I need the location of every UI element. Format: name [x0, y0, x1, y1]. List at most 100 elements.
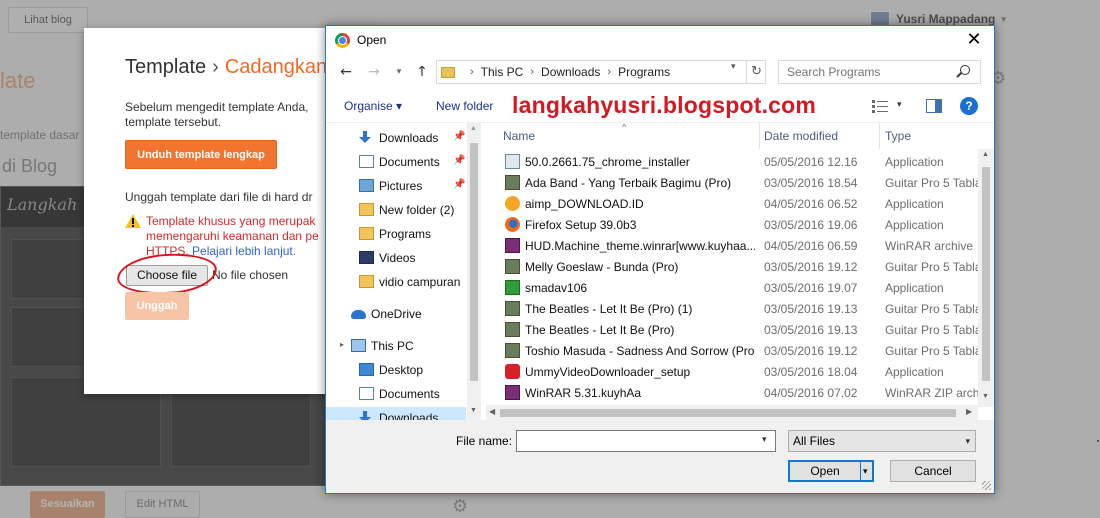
resize-grip[interactable]	[982, 481, 991, 490]
file-name-input[interactable]	[516, 430, 776, 452]
nav-item-label: Desktop	[379, 363, 424, 377]
file-date: 03/05/2016 19.13	[764, 302, 858, 316]
file-type-filter-select[interactable]: All Files ▾	[788, 430, 976, 452]
column-header-date-modified[interactable]: Date modified	[760, 123, 880, 149]
navigation-scrollbar[interactable]: ▲ ▼	[467, 123, 481, 421]
horizontal-scrollbar[interactable]: ◀ ▶	[486, 405, 978, 421]
column-header-type[interactable]: Type	[880, 123, 994, 149]
file-row[interactable]: The Beatles - Let It Be (Pro) (1) 03/05/…	[486, 298, 978, 319]
scrollbar-thumb[interactable]	[470, 143, 478, 381]
nav-item-pictures[interactable]: Pictures 📌	[326, 175, 466, 197]
file-row[interactable]: WinRAR 5.31.kuyhAa 04/05/2016 07.02 WinR…	[486, 382, 978, 403]
address-bar-row: ← → ▾ ↑ › This PC › Downloads › Programs…	[326, 57, 994, 87]
aimp-icon	[505, 196, 520, 211]
view-options-icon[interactable]	[872, 99, 888, 113]
scroll-right-arrow-icon[interactable]: ▶	[966, 407, 972, 416]
view-dropdown-icon[interactable]: ▾	[897, 99, 902, 110]
nav-item-documents[interactable]: Documents 📌	[326, 151, 466, 173]
file-row[interactable]: HUD.Machine_theme.winrar[www.kuyhaa... 0…	[486, 235, 978, 256]
back-arrow-icon[interactable]: ←	[336, 61, 356, 83]
dialog-title: Open	[357, 33, 387, 47]
upload-label: Unggah template dari file di hard dr	[125, 190, 313, 204]
column-header-name[interactable]: ^ Name	[486, 123, 760, 149]
file-row[interactable]: UmmyVideoDownloader_setup 03/05/2016 18.…	[486, 361, 978, 382]
guitar-pro-icon	[505, 259, 520, 274]
address-dropdown-icon[interactable]: ▾	[731, 61, 736, 72]
preview-pane-icon[interactable]	[926, 99, 942, 113]
file-date: 03/05/2016 19.12	[764, 344, 858, 358]
nav-item-videos[interactable]: Videos	[326, 247, 466, 269]
dialog-titlebar[interactable]: Open ✕	[326, 26, 994, 56]
open-button[interactable]: Open ▾	[788, 460, 874, 482]
nav-item-downloads[interactable]: Downloads 📌	[326, 127, 466, 149]
nav-item-this-pc[interactable]: ▸ This PC	[326, 335, 466, 357]
file-type: Application	[885, 281, 944, 295]
help-icon[interactable]: ?	[960, 97, 978, 115]
file-name-dropdown-icon[interactable]: ▾	[762, 434, 767, 445]
new-folder-button[interactable]: New folder	[436, 99, 493, 113]
warning-line: Template khusus yang merupak	[146, 214, 316, 228]
breadcrumb: Template › Cadangkan	[125, 56, 327, 79]
file-type: Guitar Pro 5 Tablature	[885, 176, 978, 190]
organise-button[interactable]: Organise ▾	[344, 99, 402, 113]
file-type: Application	[885, 218, 944, 232]
file-row[interactable]: smadav106 03/05/2016 19.07 Application	[486, 277, 978, 298]
column-header-label: Name	[503, 129, 536, 143]
file-row[interactable]: 50.0.2661.75_chrome_installer 05/05/2016…	[486, 151, 978, 172]
file-row[interactable]: Toshio Masuda - Sadness And Sorrow (Pro)…	[486, 340, 978, 361]
file-type-filter-value: All Files	[793, 434, 836, 448]
file-row[interactable]: Ada Band - Yang Terbaik Bagimu (Pro) 03/…	[486, 172, 978, 193]
scrollbar-thumb[interactable]	[982, 167, 990, 381]
breadcrumb-template[interactable]: Template	[125, 56, 206, 78]
scroll-left-arrow-icon[interactable]: ◀	[489, 407, 495, 416]
chevron-right-icon[interactable]: ›	[607, 66, 611, 78]
nav-item-onedrive[interactable]: OneDrive	[326, 303, 466, 325]
file-name: Toshio Masuda - Sadness And Sorrow (Pro)	[525, 344, 755, 358]
cancel-button[interactable]: Cancel	[890, 460, 976, 482]
open-button-label: Open	[810, 464, 840, 478]
guitar-pro-icon	[505, 322, 520, 337]
breadcrumb-separator: ›	[212, 56, 219, 78]
open-options-chevron-icon[interactable]: ▾	[863, 462, 868, 480]
nav-item-label: Programs	[379, 227, 432, 241]
nav-item-label: Documents	[379, 155, 440, 169]
breadcrumb-downloads[interactable]: Downloads	[541, 65, 600, 79]
address-bar[interactable]: › This PC › Downloads › Programs	[436, 60, 766, 84]
forward-arrow-icon[interactable]: →	[364, 61, 384, 83]
expand-chevron-icon[interactable]: ▸	[340, 340, 344, 349]
scrollbar-thumb[interactable]	[500, 409, 956, 417]
download-template-button[interactable]: Unduh template lengkap	[125, 140, 277, 169]
search-input[interactable]	[778, 60, 981, 84]
file-row[interactable]: Melly Goeslaw - Bunda (Pro) 03/05/2016 1…	[486, 256, 978, 277]
recent-locations-chevron-icon[interactable]: ▾	[389, 61, 409, 83]
nav-item-downloads-pc[interactable]: Downloads	[326, 407, 466, 421]
nav-item-programs[interactable]: Programs	[326, 223, 466, 245]
upload-button[interactable]: Unggah	[125, 292, 189, 320]
file-list-scrollbar[interactable]: ▲ ▼	[978, 149, 994, 407]
file-name: Ada Band - Yang Terbaik Bagimu (Pro)	[525, 176, 732, 190]
file-date: 03/05/2016 19.06	[764, 218, 858, 232]
scroll-down-arrow-icon[interactable]: ▼	[982, 393, 989, 400]
file-name: aimp_DOWNLOAD.ID	[525, 197, 644, 211]
breadcrumb-this-pc[interactable]: This PC	[481, 65, 524, 79]
close-icon[interactable]: ✕	[962, 29, 986, 51]
nav-item-documents-pc[interactable]: Documents	[326, 383, 466, 405]
file-row[interactable]: Firefox Setup 39.0b3 03/05/2016 19.06 Ap…	[486, 214, 978, 235]
scroll-down-arrow-icon[interactable]: ▼	[470, 407, 477, 414]
scroll-up-arrow-icon[interactable]: ▲	[982, 151, 989, 158]
dialog-footer: File name: ▾ All Files ▾ Open ▾ Cancel	[326, 420, 994, 493]
learn-more-link[interactable]: Pelajari lebih lanjut.	[192, 244, 296, 258]
nav-item-label: Pictures	[379, 179, 423, 193]
refresh-icon[interactable]: ↻	[746, 60, 766, 84]
nav-item-vidio-campuran[interactable]: vidio campuran	[326, 271, 466, 293]
chevron-right-icon[interactable]: ›	[470, 66, 474, 78]
file-row[interactable]: The Beatles - Let It Be (Pro) 03/05/2016…	[486, 319, 978, 340]
chevron-right-icon[interactable]: ›	[530, 66, 534, 78]
scroll-up-arrow-icon[interactable]: ▲	[470, 125, 477, 132]
file-row[interactable]: aimp_DOWNLOAD.ID 04/05/2016 06.52 Applic…	[486, 193, 978, 214]
pin-icon: 📌	[453, 131, 466, 142]
up-arrow-icon[interactable]: ↑	[412, 61, 432, 83]
breadcrumb-programs[interactable]: Programs	[618, 65, 670, 79]
nav-item-desktop[interactable]: Desktop	[326, 359, 466, 381]
nav-item-new-folder-2[interactable]: New folder (2)	[326, 199, 466, 221]
